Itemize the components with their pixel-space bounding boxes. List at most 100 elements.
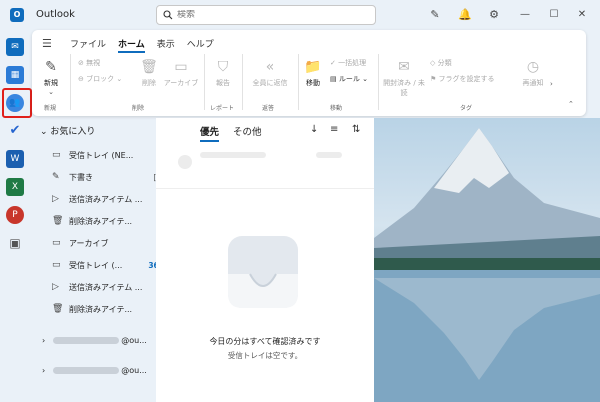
chevron-down-icon: ⌄ (48, 88, 54, 96)
send-icon: ▷ (52, 282, 59, 292)
folder-deleted-2[interactable]: 🗑削除済みアイテ...1 (52, 300, 164, 318)
trash-icon: 🗑 (140, 59, 158, 75)
ignore-button[interactable]: ⊘ 無視 (78, 58, 100, 68)
separator (204, 54, 205, 110)
bulk-action-button[interactable]: ✓ 一括処理 (330, 58, 366, 68)
envelope-open-icon: ✉ (398, 59, 410, 75)
snooze-button[interactable]: ◷ 再通知 (518, 58, 548, 88)
empty-inbox-tray-icon (228, 236, 298, 308)
archive-icon: ▭ (52, 238, 61, 248)
filter-icon[interactable]: ≡ (330, 124, 338, 135)
folder-inbox-2[interactable]: ▭受信トレイ (...360 (52, 256, 164, 274)
powerpoint-app-icon[interactable]: P (6, 206, 24, 224)
app-title: Outlook (36, 9, 75, 20)
tab-view[interactable]: 表示 (157, 37, 175, 50)
folder-inbox-1[interactable]: ▭受信トレイ (NE...3 (52, 146, 164, 164)
report-button[interactable]: ⛉ 報告 (212, 58, 234, 88)
flag-button[interactable]: ⚑ フラグを設定する (430, 74, 495, 84)
move-button[interactable]: 📁 移動 (302, 58, 324, 88)
tab-other[interactable]: その他 (233, 124, 262, 138)
tab-help[interactable]: ヘルプ (187, 37, 214, 50)
folder-sent-1[interactable]: ▷ 送信済みアイテム ... (52, 190, 164, 208)
ribbon-tabs: ☰ ファイル ホーム 表示 ヘルプ (42, 36, 226, 53)
group-move-label: 移動 (330, 105, 343, 112)
chevron-right-icon: › (42, 366, 46, 375)
excel-app-icon[interactable]: X (6, 178, 24, 196)
redacted-account-name (53, 367, 120, 374)
delete-button[interactable]: 🗑 削除 (138, 58, 160, 88)
reply-all-button[interactable]: «全員に返信 (248, 58, 292, 88)
block-button[interactable]: ⊖ ブロック ⌄ (78, 74, 122, 84)
compose-note-icon[interactable]: ✎ (428, 8, 442, 22)
redacted-account-name (53, 337, 120, 344)
minimize-button[interactable]: — (515, 6, 535, 24)
group-respond-label: 返答 (262, 105, 275, 112)
account-1[interactable]: › @ou... (42, 336, 147, 345)
outlook-window: O Outlook ✎ 🔔 ⚙ — ☐ ✕ ✉ ▦ 👥 ✔ W X P ▣ ☰ … (0, 0, 600, 402)
collapse-ribbon-icon[interactable]: ⌃ (568, 100, 574, 108)
folder-sent-2[interactable]: ▷ 送信済みアイテム ... (52, 278, 164, 296)
separator (70, 54, 71, 110)
people-highlight-box (2, 88, 32, 118)
tab-home[interactable]: ホーム (118, 37, 145, 53)
new-mail-icon: ✎ (45, 59, 57, 75)
archive-button[interactable]: ▭ アーカイブ (162, 58, 200, 88)
rules-button[interactable]: ▤ ルール ⌄ (330, 74, 368, 84)
folder-move-icon: 📁 (304, 59, 322, 75)
search-icon (163, 10, 173, 20)
search-input[interactable] (177, 10, 357, 20)
favorites-header[interactable]: ⌄ お気に入り (40, 124, 95, 137)
mail-app-icon[interactable]: ✉ (6, 38, 24, 56)
chevron-right-icon: › (42, 336, 46, 345)
skeleton-line (316, 152, 342, 158)
group-delete-label: 削除 (132, 105, 145, 112)
outlook-logo-icon: O (10, 8, 24, 22)
empty-state-title: 今日の分はすべて確認済みです (209, 337, 321, 346)
tab-file[interactable]: ファイル (70, 37, 106, 50)
bell-icon[interactable]: 🔔 (458, 8, 472, 22)
inbox-icon: ▭ (52, 150, 61, 160)
search-box[interactable] (156, 5, 376, 25)
background-landscape (374, 118, 600, 402)
folder-deleted-1[interactable]: 🗑削除済みアイテ...6 (52, 212, 164, 230)
gear-icon[interactable]: ⚙ (487, 8, 501, 22)
message-list: 優先 その他 ↓ ≡ ⇅ 今日の分はすべて確認済みです 受信トレイは空です。 (156, 118, 374, 402)
group-tags-label: タグ (460, 105, 473, 112)
title-bar: O Outlook ✎ 🔔 ⚙ — ☐ ✕ (0, 0, 600, 32)
shield-icon: ⛉ (217, 59, 229, 75)
pencil-icon: ✎ (52, 172, 60, 182)
tab-focused[interactable]: 優先 (200, 124, 220, 142)
categorize-button[interactable]: ◇ 分類 (430, 58, 452, 68)
sort-icon[interactable]: ⇅ (352, 124, 360, 135)
group-new-label: 新規 (44, 105, 57, 112)
ribbon-scroll-right-icon[interactable]: › (550, 80, 553, 88)
calendar-app-icon[interactable]: ▦ (6, 66, 24, 84)
skeleton-line (200, 152, 266, 158)
chevron-down-icon: ⌄ (40, 127, 48, 137)
inbox-tabs: 優先 その他 (200, 124, 276, 142)
send-icon: ▷ (52, 194, 59, 204)
trash-icon: 🗑 (52, 304, 64, 314)
maximize-button[interactable]: ☐ (544, 6, 564, 24)
word-app-icon[interactable]: W (6, 150, 24, 168)
reply-all-icon: « (265, 59, 275, 75)
todo-app-icon[interactable]: ✔ (6, 122, 24, 140)
folder-archive[interactable]: ▭ アーカイブ (52, 234, 164, 252)
ribbon: ☰ ファイル ホーム 表示 ヘルプ ✎ 新規 ⌄ 新規 ⊘ 無視 ⊖ ブロック … (32, 30, 586, 116)
new-mail-button[interactable]: ✎ 新規 ⌄ (40, 58, 62, 96)
hamburger-menu-icon[interactable]: ☰ (42, 37, 56, 50)
inbox-icon: ▭ (52, 260, 61, 270)
separator (242, 54, 243, 110)
trash-icon: 🗑 (52, 216, 64, 226)
folder-drafts[interactable]: ✎下書き[5] (52, 168, 164, 186)
skeleton-avatar (178, 155, 192, 169)
separator (378, 54, 379, 110)
account-2[interactable]: › @ou... (42, 366, 147, 375)
more-apps-icon[interactable]: ▣ (6, 234, 24, 252)
sort-down-icon[interactable]: ↓ (310, 124, 318, 135)
mark-read-button[interactable]: ✉ 開封済み / 未読 (382, 58, 426, 98)
close-button[interactable]: ✕ (572, 6, 592, 24)
archive-icon: ▭ (174, 59, 188, 75)
group-report-label: レポート (210, 105, 235, 112)
clock-icon: ◷ (526, 59, 540, 75)
